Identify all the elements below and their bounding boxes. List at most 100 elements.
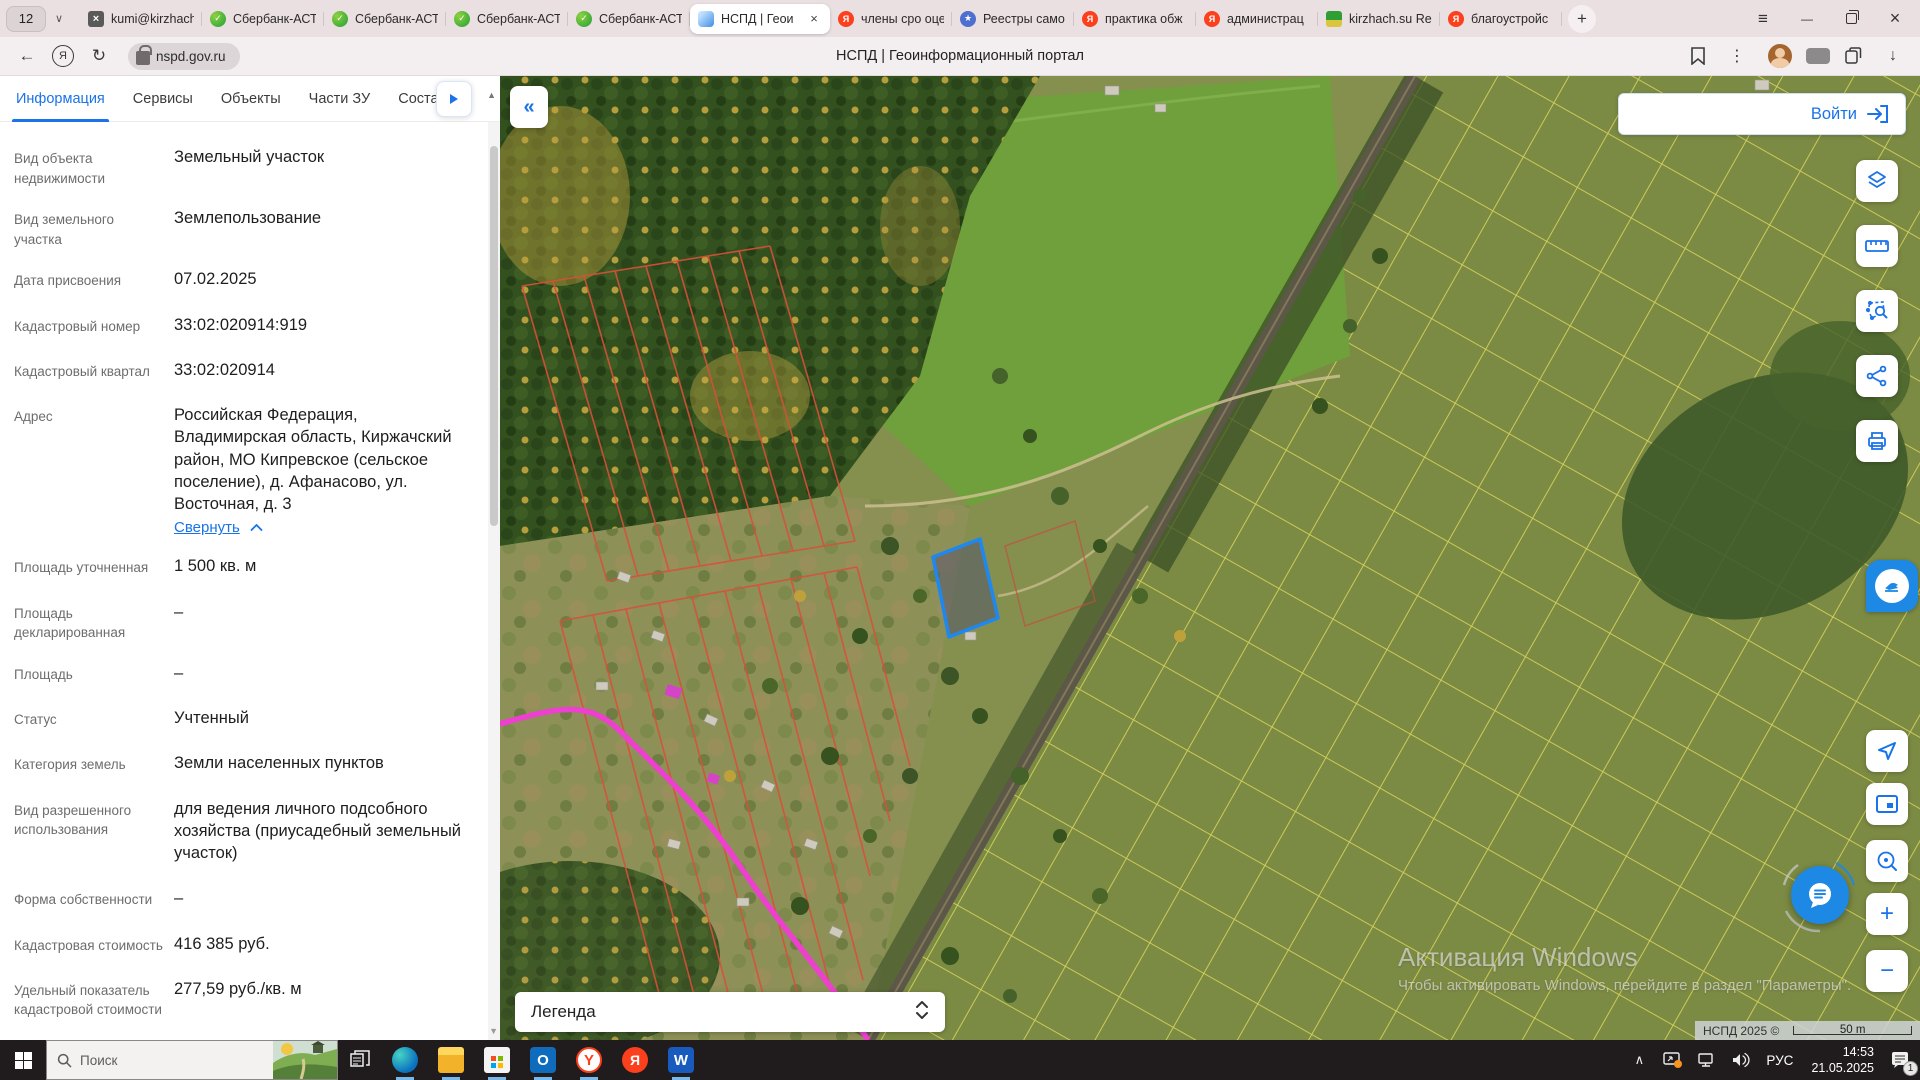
restore-button[interactable] [1832, 5, 1870, 33]
browser-tab[interactable]: Реестры само [952, 4, 1074, 34]
cast-status-icon[interactable] [1658, 1040, 1688, 1080]
legend-label: Легенда [531, 1002, 596, 1022]
yandex-home-icon[interactable] [52, 45, 74, 67]
collections-icon[interactable] [1844, 47, 1862, 65]
reload-button[interactable] [82, 41, 116, 71]
scroll-down-arrow-icon[interactable] [489, 1026, 498, 1036]
back-button[interactable] [10, 41, 44, 71]
tab-close-icon[interactable] [806, 11, 822, 27]
new-tab-button[interactable] [1568, 5, 1596, 33]
login-button[interactable]: Войти [1811, 105, 1857, 124]
measure-button[interactable] [1856, 225, 1898, 267]
clock[interactable]: 14:53 21.05.2025 [1803, 1044, 1882, 1077]
task-view-button[interactable] [338, 1040, 382, 1080]
browser-tab[interactable]: kumi@kirzhach [80, 4, 202, 34]
page-title: НСПД | Геоинформационный портал [0, 48, 1920, 64]
my-location-button[interactable] [1866, 730, 1908, 772]
chevron-up-icon[interactable] [250, 523, 263, 532]
browser-tab-strip: 12 kumi@kirzhach Сбербанк-АСТ Сбербанк-А… [0, 0, 1920, 37]
close-button[interactable] [1876, 5, 1914, 33]
network-icon[interactable] [1692, 1040, 1722, 1080]
browser-tab[interactable]: Сбербанк-АСТ [324, 4, 446, 34]
browser-tab[interactable]: администрац [1196, 4, 1318, 34]
tab-favicon [1448, 11, 1464, 27]
chevron-down-icon[interactable] [48, 6, 70, 32]
zoom-out-button[interactable]: − [1866, 950, 1908, 992]
panel-collapse-button[interactable] [510, 86, 548, 128]
expand-collapse-icon[interactable] [915, 999, 929, 1026]
attribute-value: – [174, 662, 470, 684]
scroll-up-arrow-icon[interactable] [487, 90, 496, 100]
tray-chevron-up-icon[interactable] [1624, 1040, 1654, 1080]
print-button[interactable] [1856, 420, 1898, 462]
taskbar-app-button[interactable] [474, 1040, 520, 1080]
browser-tab[interactable]: практика обж [1074, 4, 1196, 34]
overview-map-button[interactable] [1866, 783, 1908, 825]
browser-tab[interactable]: НСПД | Геои [690, 4, 830, 34]
tab-favicon [960, 11, 976, 27]
chat-assistant-button[interactable] [1791, 866, 1849, 924]
browser-menu-icon[interactable] [1744, 5, 1782, 33]
object-info-panel: Информация Сервисы Объекты Части ЗУ Сост… [0, 76, 500, 1040]
object-search-button[interactable] [1866, 840, 1908, 882]
map-viewport[interactable]: Войти + − [500, 76, 1920, 1040]
bookmark-icon[interactable] [1690, 47, 1706, 65]
language-indicator[interactable]: РУС [1760, 1053, 1799, 1068]
browser-tab[interactable]: Сбербанк-АСТ [568, 4, 690, 34]
panel-tab[interactable]: Информация [2, 76, 119, 122]
address-bar[interactable]: nspd.gov.ru [128, 43, 240, 70]
extension-icon[interactable] [1806, 48, 1830, 64]
area-search-button[interactable] [1856, 290, 1898, 332]
taskbar-app-button[interactable] [520, 1040, 566, 1080]
nspd-logo-button[interactable] [1866, 560, 1918, 612]
panel-tab[interactable]: Сервисы [119, 76, 207, 122]
search-highlight-image[interactable] [273, 1041, 337, 1079]
login-bar[interactable]: Войти [1618, 93, 1906, 135]
search-by-area-icon [1864, 298, 1890, 324]
browser-tab[interactable]: члены сро оце [830, 4, 952, 34]
minimize-button[interactable] [1788, 5, 1826, 33]
tab-count[interactable]: 12 [6, 6, 46, 32]
panel-tab-label: Сервисы [133, 91, 193, 107]
attribute-row: Площадь уточненная 1 500 кв. м [14, 555, 470, 581]
more-menu-icon[interactable] [1720, 41, 1754, 71]
tab-title: Сбербанк-АСТ [477, 12, 560, 26]
taskbar-app-button[interactable] [658, 1040, 704, 1080]
browser-tab[interactable]: kirzhach.su Re [1318, 4, 1440, 34]
downloads-icon[interactable] [1876, 41, 1910, 71]
tabs-scroll-right-button[interactable] [436, 81, 472, 117]
navigation-arrow-icon [1876, 740, 1898, 762]
share-button[interactable] [1856, 355, 1898, 397]
taskbar-app-button[interactable] [612, 1040, 658, 1080]
panel-tab[interactable]: Части ЗУ [295, 76, 385, 122]
panel-tab[interactable]: Объекты [207, 76, 295, 122]
printer-icon [1865, 429, 1889, 453]
browser-tab[interactable]: Сбербанк-АСТ [446, 4, 568, 34]
start-button[interactable] [0, 1040, 46, 1080]
tab-favicon [454, 11, 470, 27]
browser-tab[interactable]: благоустройс [1440, 4, 1562, 34]
url-text[interactable]: nspd.gov.ru [156, 49, 226, 64]
scrollbar-thumb[interactable] [490, 146, 498, 526]
panel-tab-label: Части ЗУ [309, 91, 371, 107]
browser-tab[interactable]: Сбербанк-АСТ [202, 4, 324, 34]
attribute-value: – [174, 601, 470, 623]
profile-avatar[interactable] [1768, 44, 1792, 68]
login-arrow-icon [1867, 105, 1889, 123]
panel-tabs: Информация Сервисы Объекты Части ЗУ Сост… [0, 76, 500, 122]
browser-navbar: nspd.gov.ru НСПД | Геоинформационный пор… [0, 37, 1920, 76]
collapse-address-link[interactable]: Свернуть [174, 519, 240, 536]
taskbar-app-button[interactable] [566, 1040, 612, 1080]
notification-center-button[interactable]: 1 [1886, 1040, 1916, 1080]
tab-counter[interactable]: 12 [6, 6, 70, 32]
triangle-right-icon [449, 93, 459, 105]
layers-button[interactable] [1856, 160, 1898, 202]
taskbar-app-button[interactable] [382, 1040, 428, 1080]
volume-icon[interactable] [1726, 1040, 1756, 1080]
legend-bar[interactable]: Легенда [515, 992, 945, 1032]
panel-scrollbar[interactable] [488, 122, 500, 1040]
taskbar-app-button[interactable] [428, 1040, 474, 1080]
zoom-in-button[interactable]: + [1866, 893, 1908, 935]
taskbar-search-box[interactable]: Поиск [46, 1040, 338, 1080]
tab-title: благоустройс [1471, 12, 1554, 26]
